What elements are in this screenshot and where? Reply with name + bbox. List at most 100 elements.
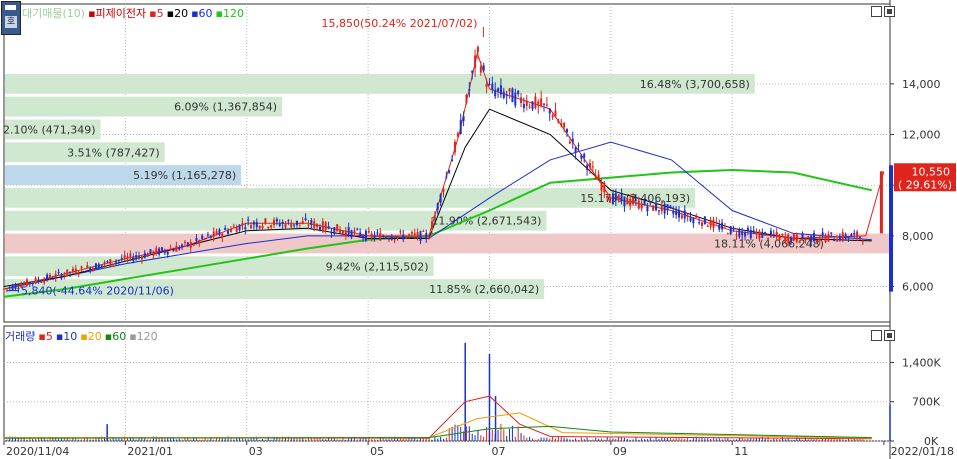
candle-body	[270, 225, 273, 228]
candle-body	[158, 248, 161, 255]
candle-body	[485, 84, 488, 87]
candle-body	[663, 203, 666, 214]
candle-body	[66, 269, 69, 276]
candle-body	[54, 273, 57, 278]
candle-body	[17, 287, 20, 289]
candle-body	[410, 232, 413, 234]
candle-body	[195, 237, 198, 241]
candle-body	[261, 225, 264, 228]
price-pane-restore-button[interactable]	[871, 6, 882, 17]
stock-chart-window: 6,0008,00010,00012,00014,0000K700K1,400K…	[0, 0, 957, 459]
candle-body	[675, 210, 678, 216]
candle-body	[499, 85, 502, 95]
candle-body	[97, 264, 100, 269]
candle-body	[660, 204, 663, 212]
last-candle	[879, 171, 883, 234]
candle-body	[706, 225, 709, 227]
candle-body	[715, 221, 718, 224]
candle-body	[152, 251, 155, 256]
candle-body	[551, 115, 554, 118]
candle-body	[310, 220, 313, 225]
candle-body	[649, 201, 652, 203]
candle-body	[273, 219, 276, 226]
candle-body	[563, 122, 566, 128]
candle-body	[376, 232, 379, 234]
x-tick-label: 2020/11/04	[6, 445, 69, 458]
candle-body	[821, 232, 824, 235]
candle-body	[856, 231, 859, 238]
candle-body	[692, 218, 695, 224]
candle-body	[330, 232, 333, 234]
candle-body	[511, 88, 514, 103]
chart-menu-icon[interactable]: 호	[1, 1, 21, 35]
current-price-value: 10,550	[912, 165, 951, 178]
candle-body	[370, 233, 373, 238]
candle-body	[132, 257, 135, 261]
y-tick-label: 14,000	[902, 78, 941, 91]
candle-body	[40, 281, 43, 283]
candle-body	[815, 240, 818, 243]
candle-body	[801, 233, 804, 238]
candle-body	[46, 274, 49, 280]
y-tick-label: 12,000	[902, 129, 941, 142]
candle-body	[57, 271, 60, 273]
candle-body	[436, 203, 439, 210]
candle-body	[192, 244, 195, 246]
candle-body	[672, 210, 675, 214]
candle-body	[723, 225, 726, 227]
candle-body	[847, 236, 850, 239]
candle-body	[221, 233, 224, 238]
candle-body	[543, 103, 546, 105]
candle-body	[298, 222, 301, 224]
candle-body	[92, 268, 95, 271]
candle-body	[155, 248, 158, 255]
candle-body	[430, 221, 433, 230]
candle-body	[189, 242, 192, 248]
candle-body	[858, 236, 861, 238]
volume-profile-label: 18.11% (4,066,248)	[714, 237, 824, 250]
candle-body	[637, 200, 640, 209]
candle-body	[643, 200, 646, 206]
candle-body	[77, 273, 80, 275]
candle-body	[143, 253, 146, 258]
candle-body	[264, 218, 267, 223]
candle-body	[399, 231, 402, 233]
candle-body	[89, 267, 92, 272]
candle-body	[522, 104, 525, 109]
candle-body	[683, 210, 686, 219]
candle-body	[244, 227, 247, 230]
candle-body	[34, 278, 37, 284]
candle-body	[591, 166, 594, 168]
candle-body	[850, 234, 853, 238]
candle-body	[396, 235, 399, 238]
candle-body	[290, 223, 293, 228]
volume-profile-label: 2.10% (471,349)	[3, 123, 96, 136]
x-tick-label: 07	[491, 445, 505, 458]
candle-body	[149, 249, 152, 254]
candle-body	[554, 110, 557, 117]
candle-body	[790, 237, 793, 242]
candle-body	[201, 235, 204, 239]
candle-body	[778, 235, 781, 240]
candle-body	[488, 84, 491, 86]
candle-body	[267, 227, 270, 229]
candle-body	[861, 240, 864, 242]
price-pane-maximize-button[interactable]	[884, 6, 895, 17]
volume-pane-restore-button[interactable]	[871, 330, 882, 341]
candle-body	[836, 239, 839, 242]
candle-body	[350, 230, 353, 238]
candle-body	[767, 238, 770, 240]
candle-body	[353, 230, 356, 233]
candle-body	[307, 224, 310, 226]
candle-body	[255, 222, 258, 228]
volume-pane-maximize-button[interactable]	[884, 330, 895, 341]
candle-body	[634, 199, 637, 201]
candle-body	[112, 263, 115, 265]
candle-body	[775, 231, 778, 236]
candle-body	[738, 229, 741, 237]
candle-body	[198, 240, 201, 244]
candle-body	[577, 145, 580, 147]
candle-body	[810, 235, 813, 242]
candle-body	[60, 274, 63, 279]
volume-profile-label: 11.85% (2,660,042)	[429, 283, 539, 296]
